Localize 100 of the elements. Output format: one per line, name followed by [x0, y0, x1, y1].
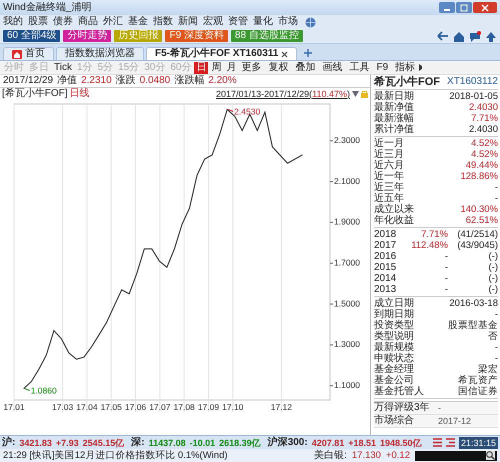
field-value: 4.52%	[471, 149, 498, 160]
index-price: 11437.08	[148, 436, 186, 448]
rank-value: (-)	[488, 284, 498, 295]
news-headline[interactable]: 21:29 [快讯]美国12月进口价格指数环比 0.1%(Wind)	[3, 450, 228, 462]
field-label: 近一年	[374, 171, 404, 182]
list-icon[interactable]	[446, 438, 455, 447]
toolbar-button[interactable]: 指标	[392, 62, 418, 74]
list-icon[interactable]	[432, 438, 442, 447]
field-value: -	[494, 342, 498, 353]
y-axis-label: 1.7000	[334, 257, 360, 268]
maximize-button[interactable]	[456, 2, 472, 13]
toolbar-button[interactable]: 叠加	[292, 62, 318, 74]
y-axis-label: 2.3000	[334, 135, 360, 145]
x-axis-label: 17.10	[222, 402, 244, 412]
up-arrow-icon[interactable]	[485, 30, 497, 42]
menu-item[interactable]: 商品	[78, 16, 98, 28]
tab[interactable]: 指数数据浏览器	[56, 47, 144, 60]
field-label: 基金托管人	[374, 386, 424, 397]
menu-item[interactable]: 基金	[128, 16, 148, 28]
menu-item[interactable]: 债券	[53, 16, 73, 28]
back-arrow-icon[interactable]	[437, 31, 449, 41]
toolbar-button[interactable]: 复权	[265, 62, 292, 74]
rank-value: (43/9045)	[456, 240, 498, 251]
nav-value: 2.2310	[81, 75, 112, 87]
rating-value: 2017-12	[438, 415, 472, 427]
close-button[interactable]	[473, 2, 497, 13]
field-value: 希瓦资产	[458, 375, 498, 386]
rank-value: (41/2514)	[456, 229, 498, 240]
field-label: 近六月	[374, 160, 404, 171]
period-button[interactable]: 更多	[239, 62, 264, 74]
search-icon[interactable]	[486, 451, 495, 460]
quick-launch-button[interactable]: 分时走势	[63, 30, 112, 42]
index-change: +7.93	[56, 436, 79, 448]
field-value: 否	[488, 331, 498, 342]
field-label: 基金经理	[374, 364, 414, 375]
field-value: 梁宏	[478, 364, 498, 375]
period-button[interactable]: 月	[224, 62, 238, 74]
y-axis-label: 1.5000	[334, 298, 360, 308]
rank-value: (-)	[488, 273, 498, 284]
menu-item[interactable]: 我的	[3, 16, 23, 28]
field-label: 成立日期	[374, 298, 414, 309]
field-value: 2.4030	[468, 102, 498, 113]
menu-item[interactable]: 宏观	[203, 16, 223, 28]
change-value: 0.0480	[140, 75, 170, 87]
leader-line	[24, 388, 30, 392]
dropdown-icon[interactable]	[352, 91, 359, 97]
field-value: -	[494, 309, 498, 320]
index-change: +18.51	[348, 436, 376, 448]
quote-date: 2017/12/29	[3, 75, 54, 87]
window-title: Wind金融终端_浦明	[3, 2, 92, 14]
index-change: -10.01	[190, 436, 216, 448]
field-label: 累计净值	[374, 124, 414, 135]
menu-item[interactable]: 股票	[28, 16, 48, 28]
field-value: 140.30%	[460, 204, 498, 215]
field-label: 近一月	[374, 138, 404, 149]
search-field[interactable]	[415, 450, 497, 460]
menu-item[interactable]: 市场	[278, 16, 298, 28]
period-button[interactable]: 日	[194, 62, 208, 74]
nav-label: 净值	[57, 75, 78, 87]
field-label: 2013	[374, 284, 398, 295]
home-icon	[12, 50, 22, 58]
menu-item[interactable]: 资管	[228, 16, 248, 28]
x-axis-label: 17.04	[76, 402, 98, 412]
field-value: -	[494, 182, 498, 193]
field-label: 最新净值	[374, 102, 414, 113]
index-name: 沪:	[2, 436, 16, 448]
field-value: 49.44%	[466, 160, 498, 171]
period-button[interactable]: 周	[209, 62, 224, 74]
globe-icon[interactable]	[305, 16, 316, 28]
field-label: 到期日期	[374, 309, 414, 320]
toolbar-button[interactable]: 画线	[319, 62, 346, 74]
menu-item[interactable]: 指数	[153, 16, 173, 28]
field-label: 最新规模	[374, 342, 414, 353]
menu-item[interactable]: 量化	[253, 16, 273, 28]
rating-label: 市场综合	[374, 415, 415, 427]
field-label: 2014	[374, 273, 398, 284]
quick-launch-button[interactable]: 88 自选股监控	[230, 30, 303, 42]
menu-item[interactable]: 新闻	[178, 16, 198, 28]
add-tab-icon[interactable]	[302, 47, 314, 59]
field-value: -	[494, 353, 498, 364]
minimize-button[interactable]	[439, 2, 455, 13]
caret-icon[interactable]	[419, 64, 422, 71]
field-value: -	[444, 273, 448, 284]
tab[interactable]: F5-希瓦小牛FOF XT160311	[146, 47, 298, 60]
toolbar-button[interactable]: 工具	[346, 62, 372, 74]
tab[interactable]: 首页	[3, 47, 54, 60]
quick-launch-button[interactable]: F9 深度资料	[165, 30, 228, 42]
extreme-value-label: 2.4530	[234, 106, 260, 116]
change-percent-value: 2.20%	[208, 75, 237, 87]
period-button[interactable]: Tick	[52, 62, 74, 74]
menu-item[interactable]: 外汇	[103, 16, 123, 28]
x-axis-label: 17.05	[100, 402, 122, 412]
commodity-change: +0.12	[386, 450, 410, 462]
field-label: 2016	[374, 251, 398, 262]
chat-icon[interactable]	[469, 30, 481, 42]
index-name: 深:	[131, 436, 145, 448]
quick-launch-button[interactable]: 60 全部4级	[3, 30, 60, 42]
rank-value: (-)	[488, 262, 498, 273]
toolbar-button[interactable]: F9	[373, 62, 392, 74]
close-icon[interactable]	[281, 50, 288, 58]
